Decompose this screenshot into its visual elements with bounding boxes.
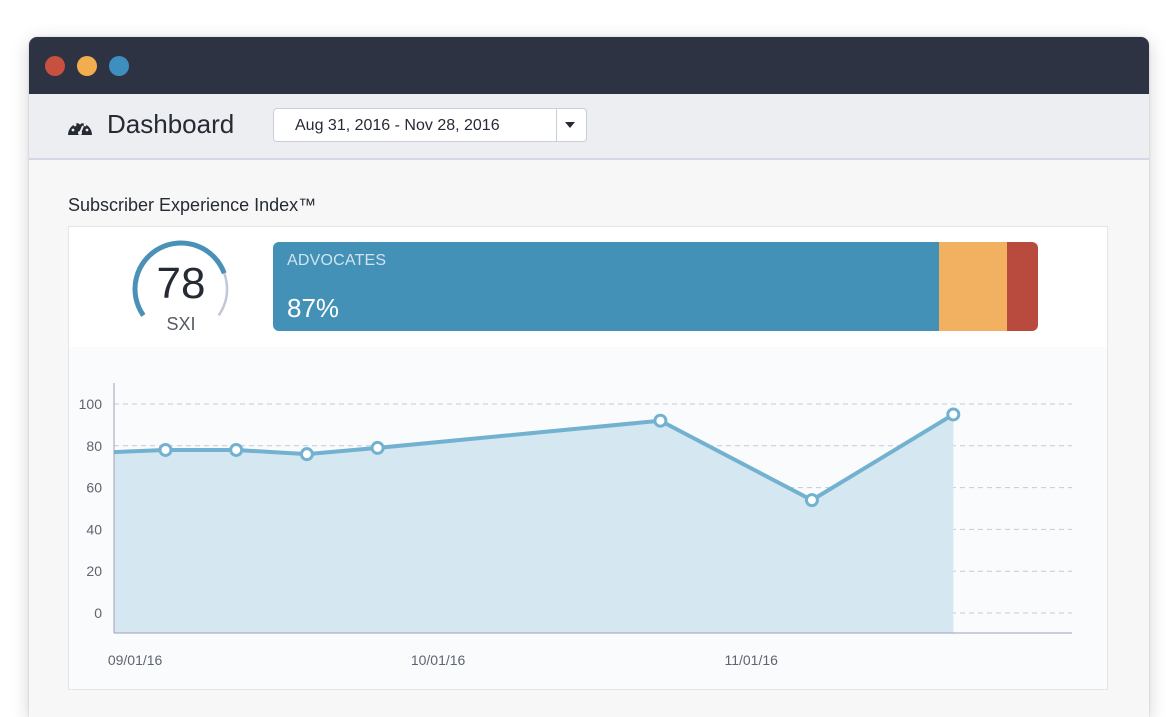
dashboard-header: Dashboard Aug 31, 2016 - Nov 28, 2016 (29, 94, 1149, 160)
y-tick-label: 60 (86, 480, 102, 496)
data-point[interactable] (299, 447, 314, 462)
sxi-summary: 78 SXI ADVOCATES 87% (69, 227, 1107, 348)
zoom-window-button[interactable] (109, 56, 129, 76)
sxi-trend-chart: 0 20 40 60 80 100 09/01/16 10/01/16 11/01/16 (69, 347, 1107, 689)
breakdown-segment-detractors (1007, 242, 1038, 331)
y-tick-label: 0 (94, 605, 102, 621)
sxi-card: 78 SXI ADVOCATES 87% 0 20 40 60 80 100 09/01/16… (68, 226, 1108, 690)
y-tick-label: 40 (86, 521, 102, 537)
date-range-value[interactable]: Aug 31, 2016 - Nov 28, 2016 (295, 109, 500, 142)
breakdown-segment-percent: 87% (287, 293, 340, 323)
section-title: Subscriber Experience Index™ (68, 195, 317, 215)
sxi-score: 78 (156, 259, 206, 308)
data-point[interactable] (158, 442, 173, 457)
dashboard-gauge-icon (68, 121, 92, 135)
sxi-score-label: SXI (166, 314, 196, 334)
data-point[interactable] (370, 440, 385, 455)
data-point[interactable] (653, 413, 668, 428)
data-point[interactable] (804, 493, 819, 508)
data-point[interactable] (229, 442, 244, 457)
x-tick-label: 11/01/16 (724, 652, 778, 668)
x-tick-label: 10/01/16 (411, 652, 466, 668)
date-range-picker[interactable]: Aug 31, 2016 - Nov 28, 2016 (273, 108, 587, 142)
app-window: Dashboard Aug 31, 2016 - Nov 28, 2016 Su… (29, 37, 1149, 717)
y-tick-label: 100 (79, 396, 103, 412)
x-tick-label: 09/01/16 (108, 652, 163, 668)
page-title: Dashboard (107, 109, 235, 139)
sentiment-breakdown-bar: ADVOCATES 87% (273, 242, 1038, 331)
sxi-trend-chart-svg: 0 20 40 60 80 100 09/01/16 10/01/16 11/01/16 (79, 383, 1072, 668)
close-window-button[interactable] (45, 56, 65, 76)
data-point[interactable] (946, 407, 961, 422)
y-tick-label: 80 (86, 438, 102, 454)
caret-down-icon[interactable] (565, 122, 575, 128)
breakdown-segment-advocates: ADVOCATES 87% (273, 242, 939, 331)
y-tick-label: 20 (86, 563, 102, 579)
breakdown-segment-neutral (938, 242, 1008, 331)
title-bar (29, 37, 1149, 94)
minimize-window-button[interactable] (77, 56, 97, 76)
date-range-divider (556, 109, 557, 141)
breakdown-segment-label: ADVOCATES (287, 252, 387, 269)
